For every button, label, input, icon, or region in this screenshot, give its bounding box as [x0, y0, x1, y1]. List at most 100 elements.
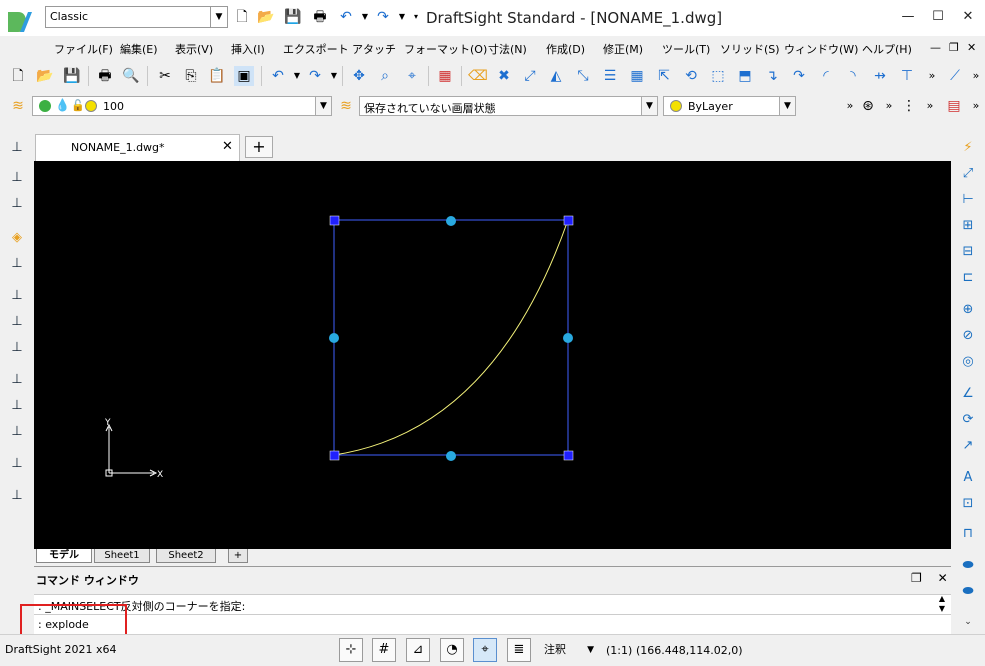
etrack-toggle-icon[interactable]: ≣ [507, 638, 531, 662]
layer-stack-icon[interactable]: ≋ [8, 96, 28, 116]
leader-icon[interactable]: ↗ [958, 436, 978, 456]
esnap-toggle-icon[interactable]: ⌖ [473, 638, 497, 662]
document-tab[interactable]: NONAME_1.dwg* ✕ [35, 134, 240, 161]
erase-icon[interactable]: ⌫ [468, 66, 488, 86]
tab-sheet1[interactable]: Sheet1 [94, 549, 150, 563]
pan-icon[interactable]: ✥ [349, 66, 369, 86]
zoom-window-icon[interactable]: ⌖ [402, 66, 422, 86]
chevron-down-icon[interactable]: ▼ [587, 640, 594, 660]
close-icon[interactable]: ✕ [938, 571, 948, 585]
print-icon[interactable]: 🖶 [311, 8, 329, 26]
angular-dim-icon[interactable]: ∠ [958, 384, 978, 404]
drawing-canvas[interactable]: Y X [34, 161, 951, 549]
layer-select[interactable]: 💧 🔓 100 ▼ [32, 96, 332, 116]
toolbar-overflow-icon[interactable]: » [966, 96, 985, 116]
more-tools-icon[interactable]: ⌄ [958, 612, 978, 632]
chevron-down-icon[interactable]: ▼ [210, 7, 227, 27]
block-icon[interactable]: ◈ [7, 228, 27, 248]
menu-file[interactable]: ファイル(F) [54, 41, 113, 57]
ucs-world-icon[interactable]: ⊥ [7, 486, 27, 506]
mirror-icon[interactable]: ◭ [546, 66, 566, 86]
line-icon[interactable]: ⟋ [945, 66, 965, 86]
baseline-dim-icon[interactable]: ⊟ [958, 242, 978, 262]
paste-icon[interactable]: 📋 [207, 66, 227, 86]
ucs-x-icon[interactable]: ⊥ [7, 370, 27, 390]
array-icon[interactable]: ▦ [627, 66, 647, 86]
pattern-icon[interactable]: ☰ [600, 66, 620, 86]
menu-draw[interactable]: 作成(D) [546, 41, 585, 57]
spline-curve[interactable] [333, 219, 569, 456]
baseline-dimension-icon[interactable]: ⊥ [7, 194, 27, 214]
redo-dropdown-icon[interactable]: ▼ [324, 66, 344, 86]
new-document-tab-button[interactable]: + [245, 136, 273, 158]
print-icon[interactable]: 🖶 [95, 66, 115, 86]
toolbar-overflow-icon[interactable]: » [920, 96, 940, 116]
menu-view[interactable]: 表示(V) [175, 41, 213, 57]
menu-format[interactable]: フォーマット(O) [404, 41, 487, 57]
restore-icon[interactable]: ❐ [911, 571, 922, 585]
lineweight-icon[interactable]: ⊛ [858, 96, 878, 116]
table-icon[interactable]: ⊓ [958, 524, 978, 544]
midpoint-grip[interactable] [446, 451, 456, 461]
tolerance-icon[interactable]: ⊡ [958, 494, 978, 514]
layer-state-select[interactable]: 保存されていない画層状態 ▼ [359, 96, 658, 116]
doc-restore-button[interactable]: ❐ [949, 41, 959, 54]
snap-tracking-icon[interactable]: ⋮ [899, 96, 919, 116]
ordinate-dimension-icon[interactable]: ⊥ [7, 168, 27, 188]
ucs-y-icon[interactable]: ⊥ [7, 396, 27, 416]
join-icon[interactable]: ⊤ [897, 66, 917, 86]
insert-block-icon[interactable]: ⊥ [7, 254, 27, 274]
new-file-icon[interactable]: 🗋 [233, 8, 251, 26]
snap-toggle-icon[interactable]: ⊹ [339, 638, 363, 662]
save-icon[interactable]: 💾 [284, 8, 302, 26]
corner-grip[interactable] [563, 450, 574, 461]
menu-solid[interactable]: ソリッド(S) [720, 41, 780, 57]
smart-dimension-icon[interactable]: ⚡ [958, 138, 978, 158]
hatch-icon[interactable]: ⬬ [958, 556, 978, 576]
command-scrollbar[interactable]: ▲ ▼ [933, 594, 951, 614]
print-preview-icon[interactable]: 🔍 [121, 66, 141, 86]
toolbar-overflow-icon[interactable]: » [922, 66, 942, 86]
menu-insert[interactable]: 挿入(I) [231, 41, 265, 57]
close-button[interactable]: ✕ [953, 4, 983, 30]
minimize-button[interactable]: — [893, 4, 923, 30]
open-folder-icon[interactable]: 📂 [35, 66, 55, 86]
midpoint-grip[interactable] [329, 333, 339, 343]
save-icon[interactable]: 💾 [62, 66, 82, 86]
fillet-icon[interactable]: ◜ [816, 66, 836, 86]
point-icon[interactable]: ⊥ [7, 286, 27, 306]
layer-manager-icon[interactable]: ▦ [435, 66, 455, 86]
redo-icon[interactable]: ↷ [374, 8, 392, 26]
menu-edit[interactable]: 編集(E) [120, 41, 158, 57]
ucs-2-icon[interactable]: ⊥ [7, 312, 27, 332]
toolbar-overflow-icon[interactable]: » [879, 96, 899, 116]
add-sheet-tab[interactable]: + [228, 549, 248, 563]
arc-length-icon[interactable]: ⟳ [958, 410, 978, 430]
open-folder-icon[interactable]: 📂 [257, 8, 275, 26]
undo-icon[interactable]: ↶ [337, 8, 355, 26]
menu-export[interactable]: エクスポート [283, 41, 349, 57]
tab-model[interactable]: モデル [36, 549, 92, 563]
ucs-3-icon[interactable]: ⊥ [7, 338, 27, 358]
cut-icon[interactable]: ✂ [155, 66, 175, 86]
menu-modify[interactable]: 修正(M) [603, 41, 643, 57]
toolbar-overflow-icon[interactable]: » [966, 66, 985, 86]
delete-duplicates-icon[interactable]: ✖ [494, 66, 514, 86]
color-select[interactable]: ByLayer ▼ [663, 96, 796, 116]
menu-tools[interactable]: ツール(T) [662, 41, 710, 57]
offset-icon[interactable]: ⤡ [573, 66, 593, 86]
ordinate-dim-icon[interactable]: ⊏ [958, 268, 978, 288]
tab-sheet2[interactable]: Sheet2 [156, 549, 216, 563]
annotation-scale-select[interactable]: 注釈 ▼ [540, 640, 598, 660]
undo-dropdown-icon[interactable]: ▼ [287, 66, 307, 86]
corner-grip[interactable] [329, 450, 340, 461]
linear-dim-icon[interactable]: ⊢ [958, 190, 978, 210]
text-icon[interactable]: A [958, 468, 978, 488]
customize-quick-access-icon[interactable]: ▾ [407, 8, 425, 26]
match-properties-icon[interactable]: ▣ [234, 66, 254, 86]
rotate-icon[interactable]: ⟲ [681, 66, 701, 86]
chevron-down-icon[interactable]: ▼ [315, 97, 331, 115]
menu-window[interactable]: ウィンドウ(W) [784, 41, 858, 57]
scale-icon[interactable]: ⬚ [708, 66, 728, 86]
chamfer-icon[interactable]: ◝ [843, 66, 863, 86]
